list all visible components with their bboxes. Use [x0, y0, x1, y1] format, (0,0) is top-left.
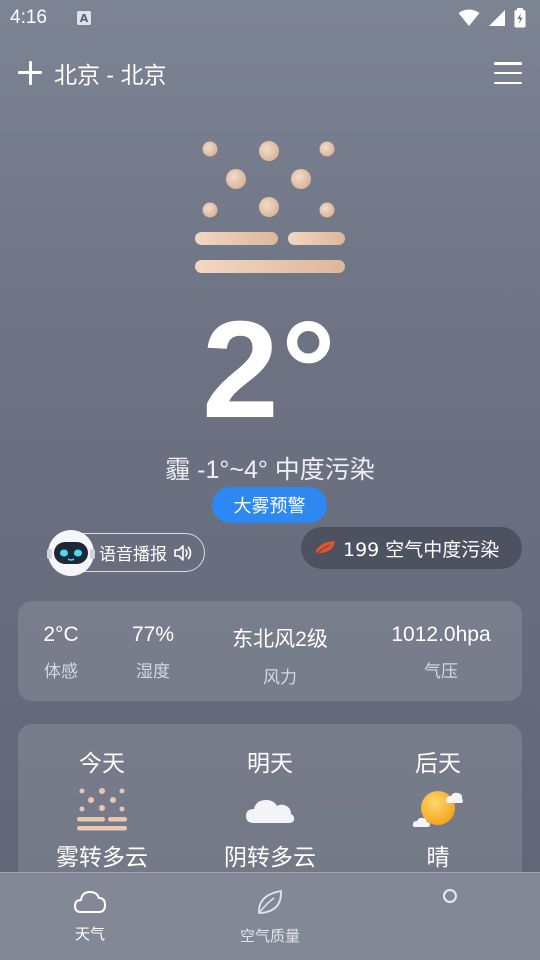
condition-summary: 霾 -1°~4° 中度污染	[165, 456, 375, 484]
forecast-day-name: 后天	[415, 751, 461, 777]
stat-feels-like: 2°C 体感	[43, 623, 78, 682]
speaker-icon	[174, 544, 192, 561]
forecast-day-name: 明天	[247, 751, 293, 777]
leaf-icon	[258, 889, 282, 914]
aqi-text: 199 空气中度污染	[343, 538, 500, 561]
robot-avatar-icon	[47, 530, 95, 576]
fog-warning-button[interactable]: 大雾预警	[212, 487, 327, 523]
current-temperature: 2°	[202, 293, 338, 447]
header: 北京 - 北京	[0, 52, 540, 94]
city-title: 北京 - 北京	[54, 62, 167, 88]
cloud-icon	[246, 800, 295, 823]
signal-icon	[489, 10, 505, 26]
stat-value: 东北风2级	[232, 628, 328, 651]
forecast-condition: 阴转多云	[224, 845, 316, 871]
haze-icon	[195, 141, 345, 273]
status-bar: 4:16 A	[0, 0, 540, 36]
status-icons	[458, 8, 526, 28]
stat-wind: 东北风2级 风力	[232, 623, 328, 688]
stat-label: 气压	[424, 662, 458, 682]
battery-charging-icon	[514, 8, 526, 28]
nav-label: 空气质量	[239, 927, 301, 945]
bottom-navigation: 天气 空气质量	[0, 872, 540, 960]
voice-broadcast-label: 语音播报	[99, 545, 167, 565]
notification-a-icon: A	[76, 11, 91, 25]
stat-label: 湿度	[136, 662, 170, 682]
sun-cloud-icon	[412, 791, 463, 827]
circle-icon[interactable]	[443, 889, 457, 903]
menu-line	[494, 81, 522, 84]
stat-label: 风力	[263, 668, 297, 688]
stat-value: 77%	[131, 623, 175, 646]
nav-tab-air-quality[interactable]: 空气质量	[240, 887, 300, 946]
stat-label: 体感	[44, 662, 78, 682]
aqi-badge[interactable]: 199 空气中度污染	[301, 527, 522, 569]
menu-button[interactable]	[494, 62, 522, 84]
stat-value: 1012.0hpa	[391, 623, 491, 646]
nav-tab-weather[interactable]: 天气	[73, 887, 107, 944]
stat-value: 2°C	[43, 623, 79, 646]
add-city-button[interactable]	[18, 61, 42, 85]
stat-humidity: 77% 湿度	[132, 623, 174, 682]
nav-label: 天气	[74, 925, 105, 943]
menu-line	[494, 62, 522, 65]
forecast-condition: 雾转多云	[56, 845, 148, 871]
forecast-today[interactable]: 今天 雾转多云	[27, 744, 177, 872]
leaf-icon	[314, 541, 335, 556]
haze-icon	[77, 788, 127, 831]
wifi-icon	[458, 9, 480, 26]
forecast-condition: 晴	[426, 845, 450, 871]
details-card: 2°C 体感 77% 湿度 东北风2级 风力 1012.0hpa 气压	[18, 601, 522, 701]
forecast-tomorrow[interactable]: 明天 阴转多云	[195, 744, 345, 872]
stat-pressure: 1012.0hpa 气压	[391, 623, 490, 682]
forecast-day-after[interactable]: 后天 晴	[363, 744, 513, 872]
cloud-icon	[73, 890, 107, 913]
forecast-day-name: 今天	[79, 751, 125, 777]
menu-line	[494, 71, 522, 75]
status-time: 4:16	[10, 7, 47, 28]
